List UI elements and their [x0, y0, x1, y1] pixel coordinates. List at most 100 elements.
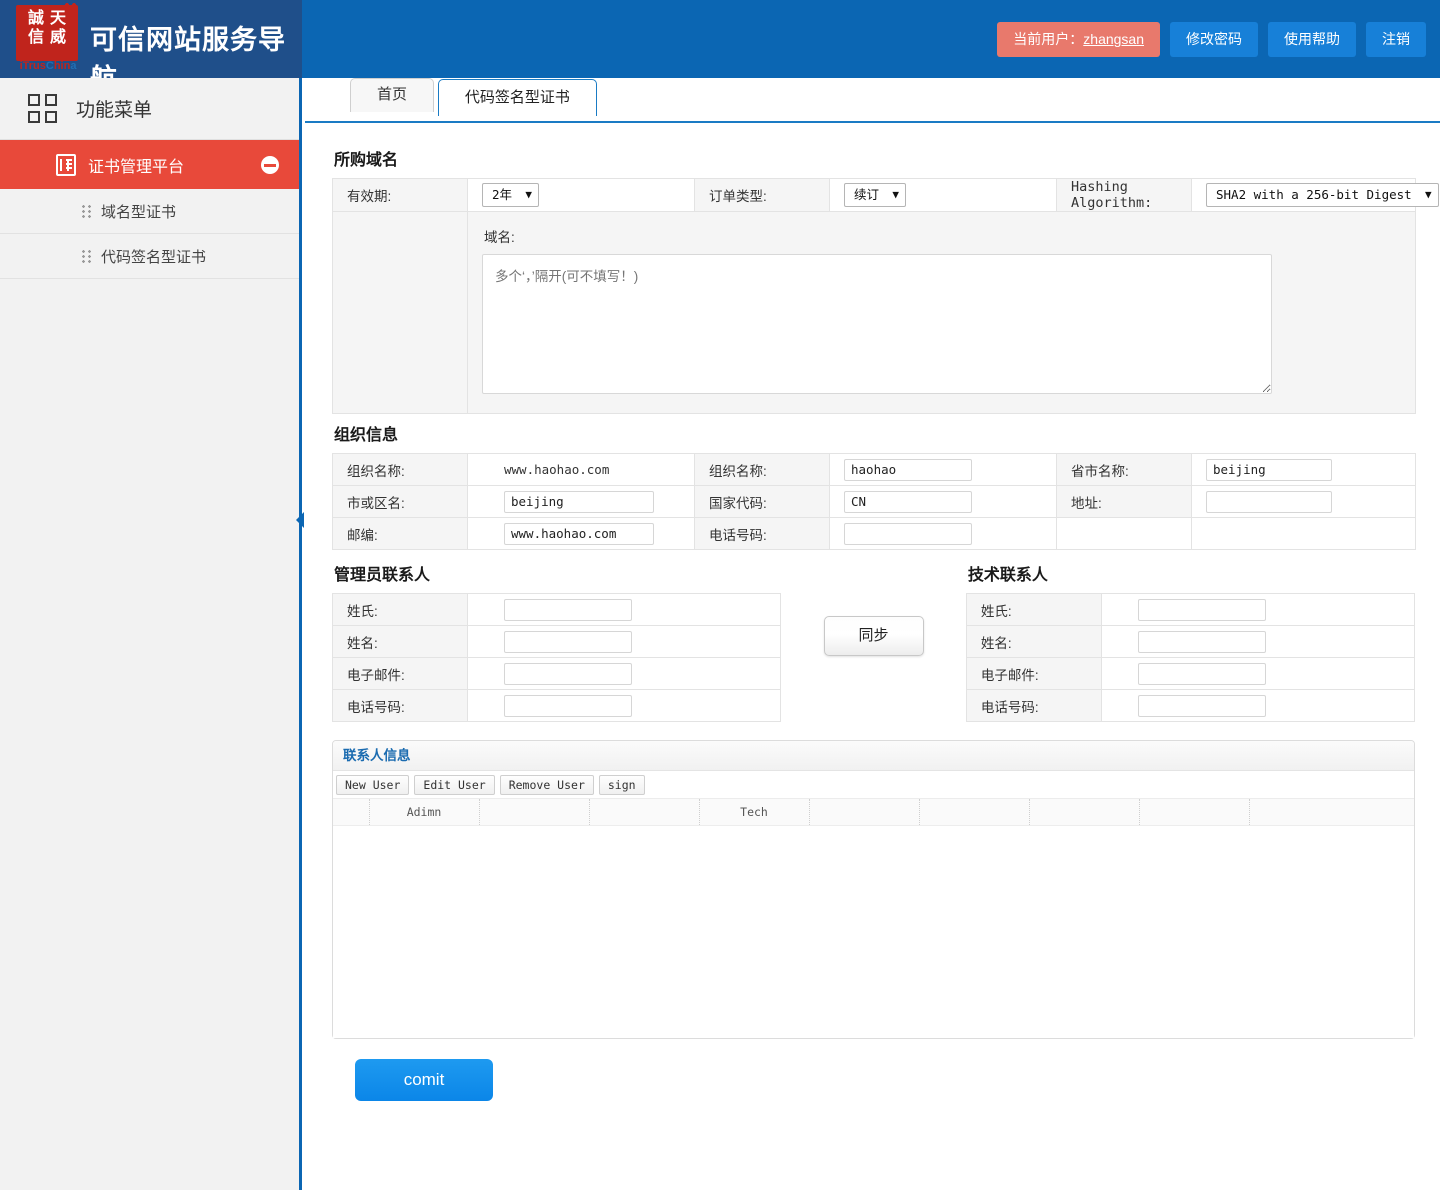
- sync-button[interactable]: 同步: [823, 616, 924, 656]
- tech-email-input[interactable]: [1137, 662, 1266, 685]
- purchased-domain-table: 有效期: 2年 订单类型: 续订 Hashing Algorithm: SHA2…: [332, 178, 1439, 414]
- edit-user-button[interactable]: Edit User: [414, 774, 495, 795]
- tech-phone-cell: [1100, 689, 1416, 722]
- country-code-input[interactable]: [844, 490, 972, 513]
- column-header-adimn[interactable]: Adimn: [369, 799, 480, 826]
- admin-surname-input[interactable]: [504, 598, 632, 621]
- new-user-button[interactable]: New User: [336, 774, 410, 795]
- city-district-input[interactable]: [504, 490, 654, 513]
- tech-name-input[interactable]: [1137, 630, 1266, 653]
- sidebar-title: 功能菜单: [76, 100, 153, 121]
- table-row: 电话号码:: [965, 689, 1416, 722]
- admin-email-input[interactable]: [504, 662, 632, 685]
- domain-textarea[interactable]: [482, 254, 1272, 394]
- tech-surname-label: 姓氏:: [965, 593, 1102, 626]
- address-input[interactable]: [1206, 490, 1332, 513]
- admin-contact-table: 姓氏: 姓名: 电子邮件: 电话号码:: [332, 593, 782, 722]
- app-header: 誠天 信威 iTrusChina 可信网站服务导航 当前用户：zhangsan …: [0, 0, 1440, 94]
- table-row: 电子邮件:: [965, 657, 1416, 690]
- sidebar: 功能菜单 证书管理平台 域名型证书 代码签名型证书: [0, 78, 302, 1190]
- admin-name-input[interactable]: [504, 630, 632, 653]
- org-name-input[interactable]: [844, 458, 972, 481]
- org-name-value-2: [829, 453, 1057, 486]
- admin-phone-cell: [466, 689, 782, 722]
- country-code-label: 国家代码:: [694, 485, 830, 518]
- commit-area: comit: [332, 1039, 1415, 1101]
- logo-subtitle: iTrusChina: [16, 60, 80, 72]
- certificate-icon: [56, 153, 76, 176]
- contact-panel-title: 联系人信息: [333, 741, 1414, 771]
- sidebar-group-cert-platform[interactable]: 证书管理平台: [0, 140, 299, 189]
- tab-home[interactable]: 首页: [350, 78, 435, 112]
- sidebar-item-code-signing-cert[interactable]: 代码签名型证书: [0, 234, 299, 279]
- help-button[interactable]: 使用帮助: [1268, 22, 1356, 57]
- table-row: 市或区名: 国家代码: 地址:: [332, 485, 1416, 518]
- sidebar-item-domain-cert[interactable]: 域名型证书: [0, 189, 299, 234]
- column-header[interactable]: [1249, 799, 1414, 826]
- hashing-algorithm-select[interactable]: SHA2 with a 256-bit Digest: [1206, 183, 1439, 207]
- table-row: 姓氏:: [332, 593, 782, 626]
- section-title-tech-contact: 技术联系人: [967, 567, 1048, 584]
- logo-sub-part-1: iTrus: [19, 60, 46, 72]
- contact-table: Adimn Tech: [333, 799, 1414, 826]
- tab-code-signing-cert[interactable]: 代码签名型证书: [437, 79, 597, 116]
- form-body: 所购域名 有效期: 2年 订单类型: 续订 Hashing Algor: [305, 123, 1440, 1101]
- column-header[interactable]: [1139, 799, 1250, 826]
- column-header[interactable]: [479, 799, 590, 826]
- address-value: [1191, 485, 1416, 518]
- order-type-select[interactable]: 续订: [844, 183, 907, 207]
- address-label: 地址:: [1056, 485, 1192, 518]
- tech-surname-input[interactable]: [1137, 598, 1266, 621]
- admin-surname-cell: [466, 593, 782, 626]
- column-header[interactable]: [589, 799, 700, 826]
- table-row: 有效期: 2年 订单类型: 续订 Hashing Algorithm: SHA2…: [332, 178, 1439, 212]
- postcode-label: 邮编:: [332, 517, 468, 550]
- phone-number-label: 电话号码:: [694, 517, 830, 550]
- remove-user-button[interactable]: Remove User: [499, 774, 594, 795]
- phone-number-value: [829, 517, 1057, 550]
- sidebar-item-label: 域名型证书: [101, 203, 177, 221]
- column-header[interactable]: [919, 799, 1030, 826]
- column-header[interactable]: [809, 799, 920, 826]
- sign-button[interactable]: sign: [598, 774, 645, 795]
- validity-select[interactable]: 2年: [482, 183, 540, 207]
- table-row: 电子邮件:: [332, 657, 782, 690]
- tech-name-label: 姓名:: [965, 625, 1102, 658]
- sidebar-collapse-handle[interactable]: [296, 512, 306, 528]
- hashing-algorithm-cell: SHA2 with a 256-bit Digest: [1191, 178, 1439, 212]
- postcode-value: [467, 517, 695, 550]
- commit-button[interactable]: comit: [355, 1058, 493, 1101]
- logout-button[interactable]: 注销: [1366, 22, 1426, 57]
- tech-phone-label: 电话号码:: [965, 689, 1102, 722]
- postcode-input[interactable]: [504, 522, 654, 545]
- province-city-value: [1191, 453, 1416, 486]
- sync-area: 同步: [781, 554, 966, 656]
- main-content: 首页 代码签名型证书 所购域名 有效期: 2年 订单类型:: [305, 78, 1440, 1190]
- section-title-purchased-domain: 所购域名: [334, 152, 399, 169]
- city-district-label: 市或区名:: [332, 485, 468, 518]
- table-row: 邮编: 电话号码:: [332, 517, 1416, 550]
- admin-name-cell: [466, 625, 782, 658]
- tech-contact-block: 技术联系人 姓氏: 姓名: 电子邮件: 电话号码:: [965, 554, 1416, 722]
- admin-surname-label: 姓氏:: [332, 593, 468, 626]
- tech-phone-input[interactable]: [1137, 694, 1266, 717]
- org-name-text: www.haohao.com: [504, 462, 610, 477]
- change-password-button[interactable]: 修改密码: [1170, 22, 1258, 57]
- sidebar-group-label: 证书管理平台: [88, 158, 185, 176]
- grid-menu-icon: [28, 93, 58, 124]
- contact-info-panel: 联系人信息 New User Edit User Remove User sig…: [332, 740, 1415, 1039]
- current-user-link[interactable]: zhangsan: [1083, 31, 1144, 47]
- column-header[interactable]: [1029, 799, 1140, 826]
- org-name-label-1: 组织名称:: [332, 453, 468, 486]
- admin-email-cell: [466, 657, 782, 690]
- logo-sub-part-4: a: [70, 60, 77, 72]
- admin-phone-input[interactable]: [504, 694, 632, 717]
- phone-number-input[interactable]: [844, 522, 972, 545]
- admin-email-label: 电子邮件:: [332, 657, 468, 690]
- table-row: 电话号码:: [332, 689, 782, 722]
- logo-sub-part-2: C: [45, 60, 54, 72]
- column-header[interactable]: [333, 799, 370, 826]
- column-header-tech[interactable]: Tech: [699, 799, 810, 826]
- province-city-input[interactable]: [1206, 458, 1332, 481]
- collapse-minus-icon[interactable]: [261, 155, 279, 174]
